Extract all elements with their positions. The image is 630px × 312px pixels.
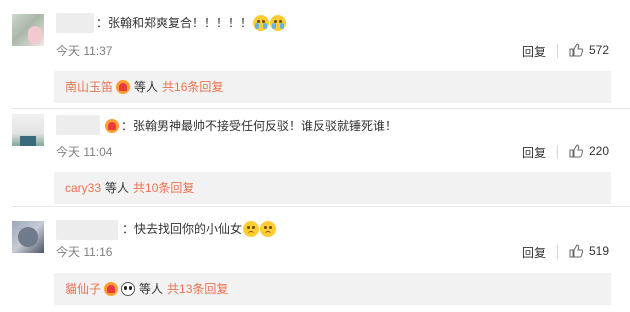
reply-summary[interactable]: 貓仙子 等人 共13条回复 — [54, 273, 611, 305]
reply-button[interactable]: 回复 — [522, 244, 546, 261]
like-button[interactable]: 572 — [569, 43, 609, 57]
username-redacted — [56, 220, 118, 240]
worried-face-icon — [260, 221, 277, 237]
reply-summary[interactable]: cary33 等人 共10条回复 — [54, 172, 611, 204]
crying-face-icon — [270, 15, 287, 31]
comment-item: ：快去找回你的小仙女 今天 11:16 回复 519 貓仙子 等人 共13条回复 — [0, 207, 630, 312]
reply-count-link[interactable]: 共16条回复 — [162, 80, 223, 94]
comment-text: ：张翰和郑爽复合！！！！！ — [96, 15, 287, 31]
thumbs-up-icon — [569, 244, 583, 258]
like-button[interactable]: 519 — [569, 244, 609, 258]
avatar[interactable] — [12, 14, 44, 46]
like-count: 519 — [589, 244, 610, 258]
comment-time: 今天 11:16 — [56, 245, 113, 259]
reply-username[interactable]: 貓仙子 — [65, 282, 101, 296]
thumbs-up-icon — [569, 144, 583, 158]
panda-icon — [121, 282, 136, 296]
reply-button[interactable]: 回复 — [522, 43, 546, 60]
reply-suffix: 等人 — [134, 80, 159, 94]
crying-face-icon — [253, 15, 270, 31]
like-button[interactable]: 220 — [569, 144, 609, 158]
vip-badge-icon — [116, 80, 131, 94]
separator — [557, 245, 558, 259]
separator — [557, 44, 558, 58]
reply-summary[interactable]: 南山玉笛 等人 共16条回复 — [54, 71, 611, 103]
reply-username[interactable]: 南山玉笛 — [65, 80, 113, 94]
comment-time: 今天 11:04 — [56, 145, 113, 159]
avatar[interactable] — [12, 114, 44, 146]
reply-button[interactable]: 回复 — [522, 144, 546, 161]
reply-suffix: 等人 — [105, 181, 130, 195]
comment-item: ：张翰男神最帅不接受任何反驳！谁反驳就锤死谁！ 今天 11:04 回复 220 … — [0, 109, 630, 207]
vip-badge-icon — [104, 282, 119, 296]
like-count: 572 — [589, 43, 610, 57]
like-count: 220 — [589, 144, 610, 158]
reply-count-link[interactable]: 共10条回复 — [133, 181, 194, 195]
username-redacted — [56, 13, 94, 33]
comment-time: 今天 11:37 — [56, 44, 113, 58]
comment-text: ：张翰男神最帅不接受任何反驳！谁反驳就锤死谁！ — [102, 118, 397, 134]
thumbs-up-icon — [569, 43, 583, 57]
reply-suffix: 等人 — [139, 282, 164, 296]
username-redacted — [56, 115, 100, 135]
avatar[interactable] — [12, 221, 44, 253]
comment-text: ：快去找回你的小仙女 — [122, 221, 277, 237]
separator — [557, 145, 558, 159]
comment-item: ：张翰和郑爽复合！！！！！ 今天 11:37 回复 572 南山玉笛 等人 共1… — [0, 0, 630, 105]
reply-username[interactable]: cary33 — [65, 181, 101, 195]
reply-count-link[interactable]: 共13条回复 — [167, 282, 228, 296]
worried-face-icon — [243, 221, 260, 237]
vip-badge-icon — [105, 119, 119, 133]
